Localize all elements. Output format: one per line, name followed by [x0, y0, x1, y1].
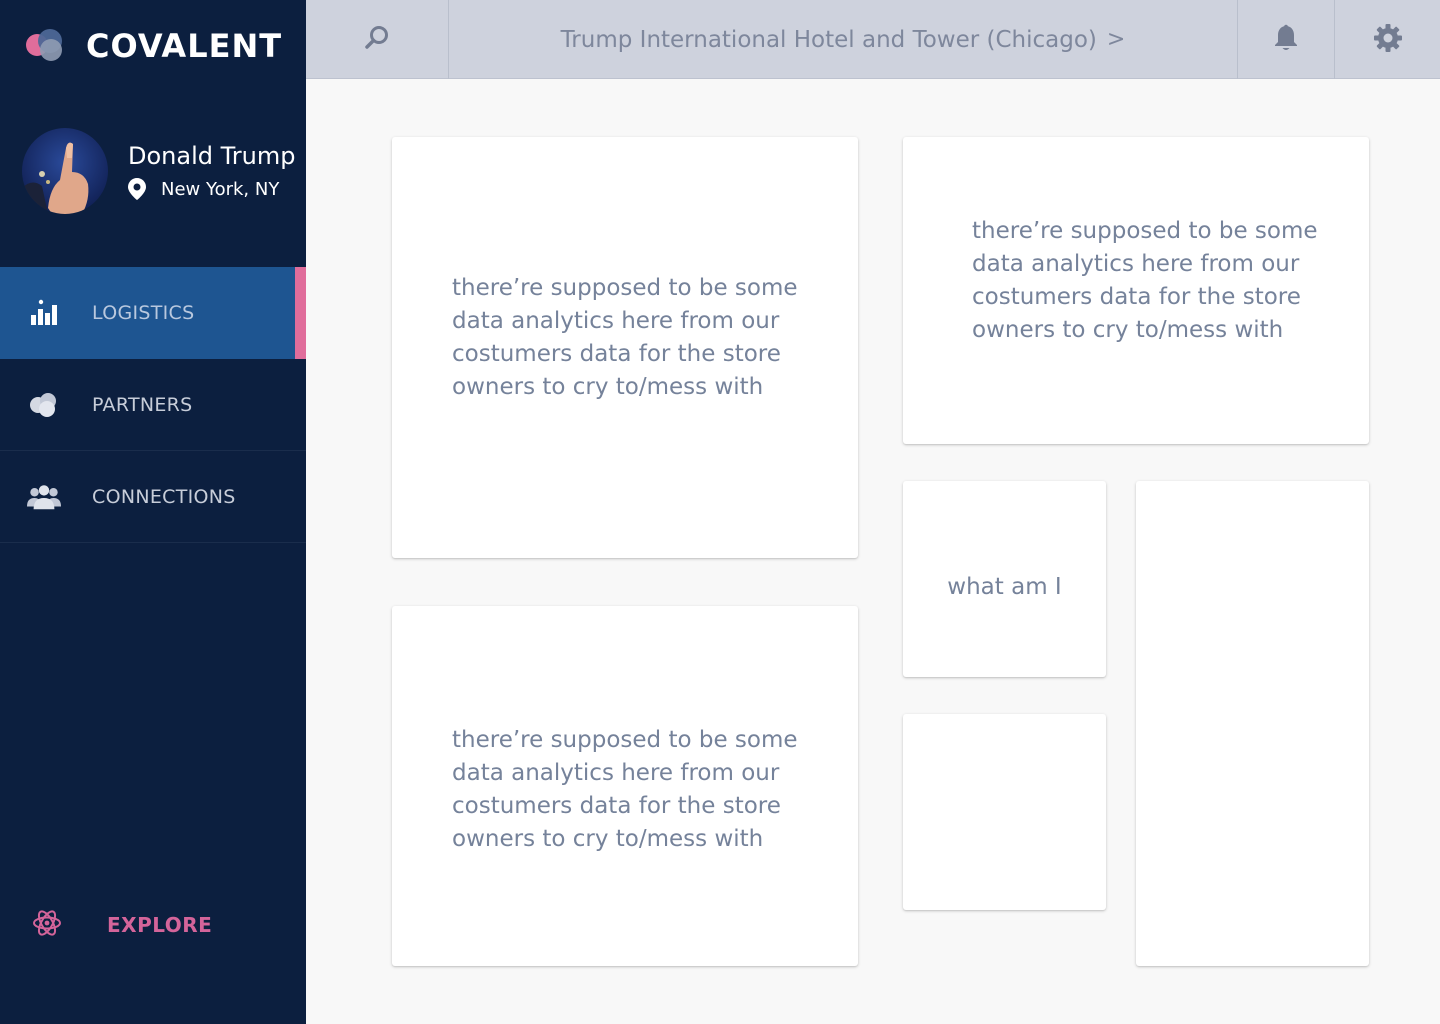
top-bar: Trump International Hotel and Tower (Chi… [306, 0, 1440, 79]
search-button[interactable] [306, 0, 449, 79]
location-title: Trump International Hotel and Tower (Chi… [560, 26, 1097, 53]
nav-item-partners[interactable]: PARTNERS [0, 359, 306, 451]
nav-label-connections: CONNECTIONS [92, 485, 236, 508]
empty-card[interactable] [903, 714, 1106, 910]
analytics-card[interactable]: there’re supposed to be some data analyt… [392, 137, 858, 558]
user-name: Donald Trump [128, 142, 296, 170]
analytics-card[interactable]: there’re supposed to be some data analyt… [903, 137, 1369, 444]
sidebar: COVALENT Donald Trump New York, NY LOGIS… [0, 0, 306, 1024]
search-icon [363, 24, 391, 56]
main-nav: LOGISTICS PARTNERS CONNECTIONS [0, 267, 306, 543]
gear-icon [1373, 23, 1403, 57]
users-group-icon [27, 481, 61, 513]
bell-icon [1274, 24, 1298, 56]
explore-label: EXPLORE [107, 913, 213, 937]
nav-label-logistics: LOGISTICS [92, 302, 195, 324]
bar-chart-icon [27, 297, 61, 329]
covalent-logo-icon [26, 26, 72, 66]
card-placeholder-text: there’re supposed to be some data analyt… [452, 275, 798, 400]
settings-button[interactable] [1335, 0, 1440, 79]
notifications-button[interactable] [1237, 0, 1335, 79]
analytics-card[interactable]: there’re supposed to be some data analyt… [392, 606, 858, 966]
nav-item-connections[interactable]: CONNECTIONS [0, 451, 306, 543]
small-card[interactable]: what am I [903, 481, 1106, 677]
card-placeholder-text: there’re supposed to be some data analyt… [452, 727, 798, 852]
explore-button[interactable]: EXPLORE [32, 906, 212, 944]
location-title-breadcrumb[interactable]: Trump International Hotel and Tower (Chi… [449, 0, 1237, 79]
avatar[interactable] [22, 128, 108, 214]
atom-icon [32, 906, 62, 944]
map-pin-icon [128, 178, 146, 200]
user-location-text: New York, NY [161, 178, 280, 200]
brand-name: COVALENT [86, 27, 283, 65]
nav-label-partners: PARTNERS [92, 393, 193, 416]
user-profile[interactable]: Donald Trump New York, NY [22, 128, 295, 214]
chevron-right-icon: > [1106, 27, 1126, 52]
nav-item-logistics[interactable]: LOGISTICS [0, 267, 306, 359]
empty-tall-card[interactable] [1136, 481, 1369, 966]
brand-logo[interactable]: COVALENT [26, 26, 282, 66]
overlapping-circles-icon [27, 389, 61, 421]
user-location: New York, NY [128, 178, 295, 200]
card-placeholder-text: there’re supposed to be some data analyt… [972, 218, 1318, 343]
card-placeholder-text: what am I [947, 574, 1062, 600]
